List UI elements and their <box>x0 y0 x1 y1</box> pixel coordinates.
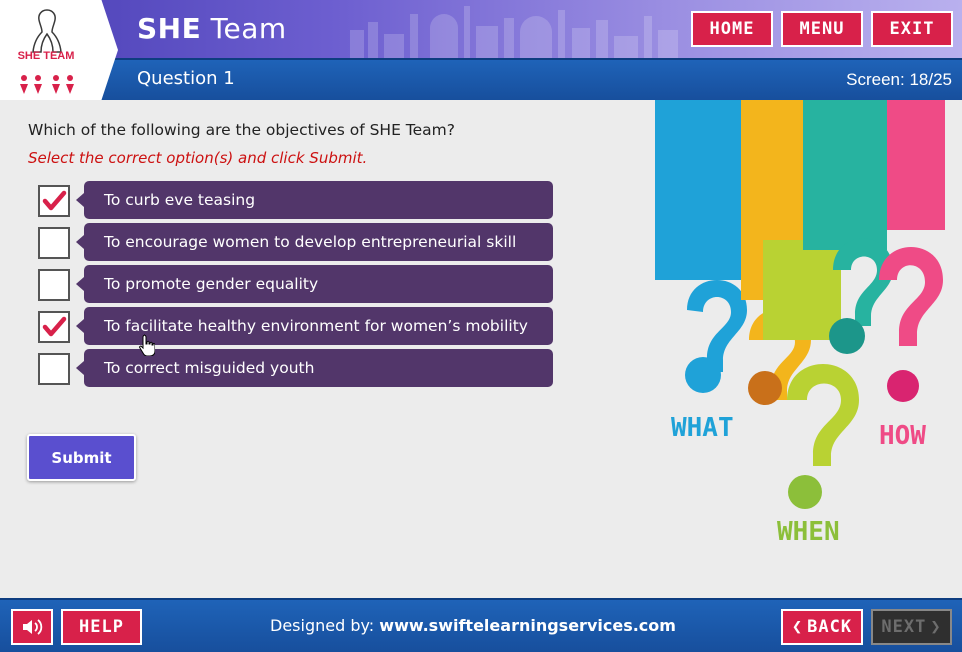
pink-question-mark-icon <box>879 100 945 402</box>
question-text: Which of the following are the objective… <box>28 121 455 139</box>
option-row[interactable]: To promote gender equality <box>38 265 558 303</box>
chevron-right-icon: ❯ <box>930 617 942 637</box>
option-row[interactable]: To correct misguided youth <box>38 349 558 387</box>
option-label[interactable]: To curb eve teasing <box>76 181 553 219</box>
option-row[interactable]: To facilitate healthy environment for wo… <box>38 307 558 345</box>
submit-button[interactable]: Submit <box>27 434 136 481</box>
audio-button[interactable] <box>11 609 53 645</box>
screen-counter: Screen: 18/25 <box>846 70 952 90</box>
app-title: SHE Team <box>137 12 287 45</box>
speaker-icon <box>23 619 43 635</box>
checkmark-icon <box>42 190 67 211</box>
option-checkbox[interactable] <box>38 269 70 301</box>
checkmark-icon <box>42 316 67 337</box>
logo: SHE TEAM <box>0 0 118 100</box>
logo-text: SHE TEAM <box>17 50 75 62</box>
app-title-rest: Team <box>210 12 287 45</box>
designed-by-url[interactable]: www.swiftelearningservices.com <box>379 616 676 635</box>
option-checkbox[interactable] <box>38 185 70 217</box>
option-checkbox[interactable] <box>38 353 70 385</box>
question-number-label: Question 1 <box>137 68 235 89</box>
exit-button[interactable]: EXIT <box>871 11 953 47</box>
option-checkbox[interactable] <box>38 227 70 259</box>
word-how: HOW <box>879 421 926 451</box>
help-button[interactable]: HELP <box>61 609 142 645</box>
option-label[interactable]: To promote gender equality <box>76 265 553 303</box>
next-button-label: NEXT <box>881 617 927 637</box>
hand-cursor-icon <box>139 334 155 356</box>
word-when: WHEN <box>777 517 840 547</box>
designed-by: Designed by: www.swiftelearningservices.… <box>270 616 676 635</box>
screen-counter-value: 18/25 <box>909 70 952 89</box>
option-row[interactable]: To curb eve teasing <box>38 181 558 219</box>
next-button: NEXT ❯ <box>871 609 952 645</box>
city-skyline-decoration <box>350 6 678 58</box>
blue-question-mark-icon <box>655 100 747 393</box>
instruction-text: Select the correct option(s) and click S… <box>28 149 368 167</box>
designed-by-prefix: Designed by: <box>270 616 375 635</box>
footer: HELP Designed by: www.swiftelearningserv… <box>0 598 962 652</box>
back-button[interactable]: ❮ BACK <box>781 609 863 645</box>
option-checkbox[interactable] <box>38 311 70 343</box>
home-button[interactable]: HOME <box>691 11 773 47</box>
chevron-left-icon: ❮ <box>791 617 804 637</box>
question-marks-illustration: WHAT WHEN HOW <box>655 100 945 547</box>
header: SHE TEAM SHE Team HOME MENU EXIT Questio… <box>0 0 962 100</box>
app-title-bold: SHE <box>137 12 202 45</box>
word-what: WHAT <box>671 413 734 443</box>
option-row[interactable]: To encourage women to develop entreprene… <box>38 223 558 261</box>
back-button-label: BACK <box>807 617 853 637</box>
screen-counter-label: Screen: <box>846 70 905 89</box>
menu-button[interactable]: MENU <box>781 11 863 47</box>
option-label[interactable]: To encourage women to develop entreprene… <box>76 223 553 261</box>
